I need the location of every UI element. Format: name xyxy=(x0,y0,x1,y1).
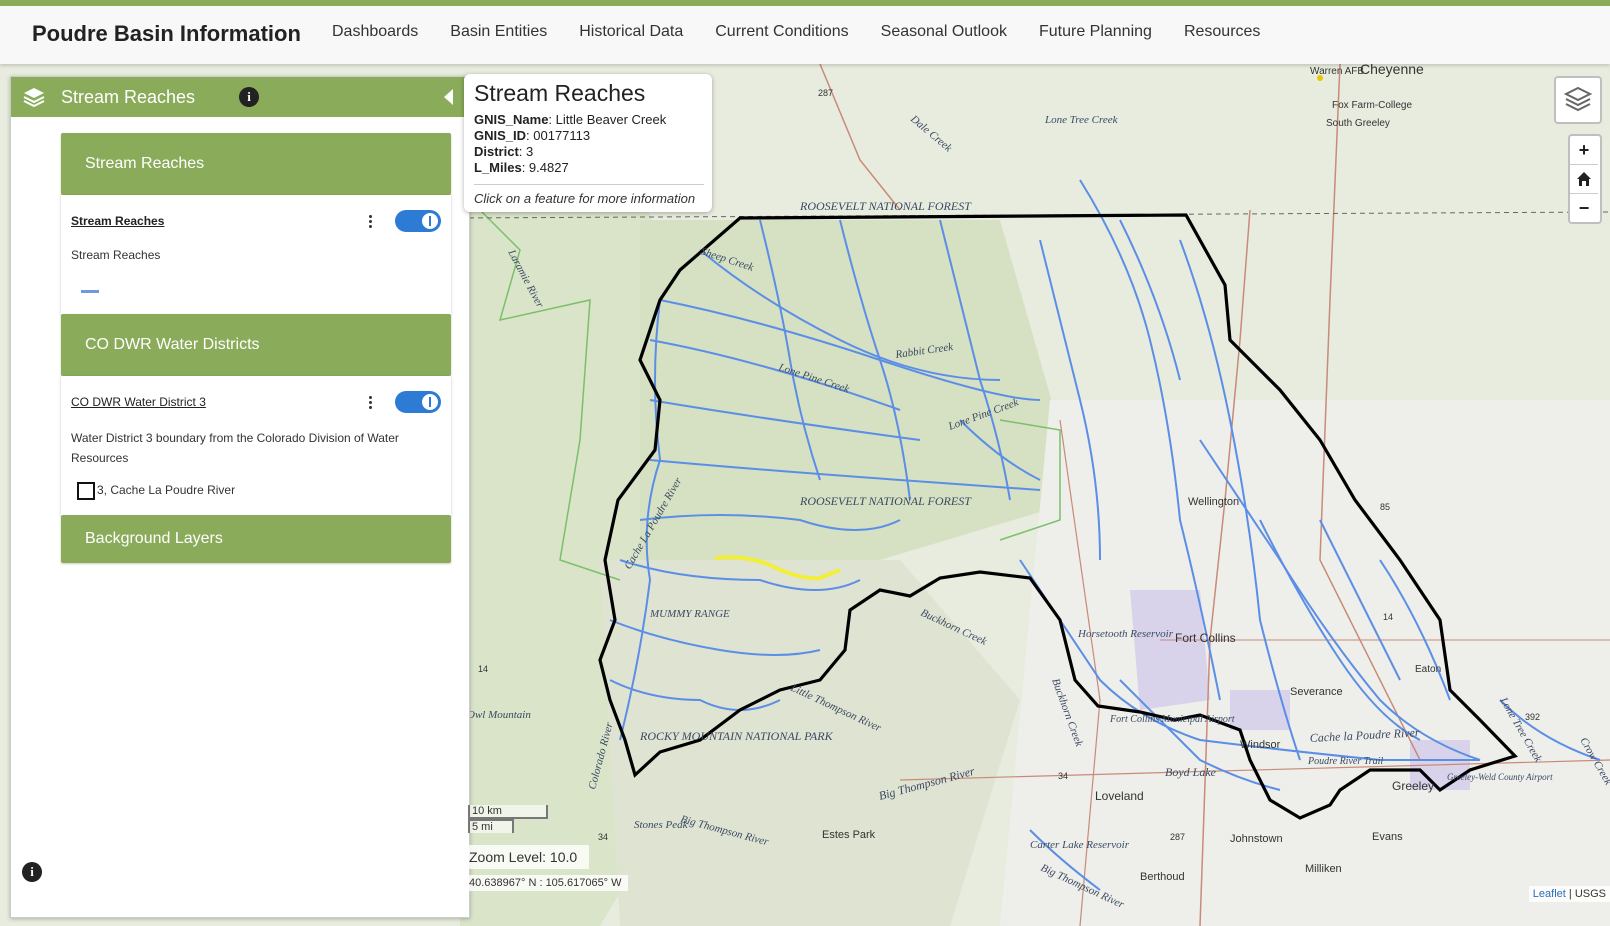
map-label: Evans xyxy=(1372,831,1403,843)
layer-description: Water District 3 boundary from the Color… xyxy=(71,431,399,465)
panel-header: Stream Reaches i xyxy=(11,77,469,117)
map-label: ROCKY MOUNTAIN NATIONAL PARK xyxy=(639,729,834,743)
legend-box-swatch xyxy=(77,482,95,500)
map-label: ROOSEVELT NATIONAL FOREST xyxy=(799,199,972,213)
map-label: MUMMY RANGE xyxy=(649,608,730,620)
map-label: Boyd Lake xyxy=(1165,765,1217,779)
home-button[interactable] xyxy=(1570,165,1598,194)
map-label: Estes Park xyxy=(822,829,876,841)
highway-shield: 392 xyxy=(1525,712,1540,722)
nav-current-conditions[interactable]: Current Conditions xyxy=(699,23,864,41)
highway-shield: 287 xyxy=(818,88,833,98)
layers-icon xyxy=(23,86,45,113)
map-label: Fort Collins xyxy=(1175,631,1236,645)
field-value: 3 xyxy=(526,144,534,159)
scale-km: 10 km xyxy=(468,805,548,819)
map-label: Windsor xyxy=(1240,739,1281,751)
zoom-level-readout: Zoom Level: 10.0 xyxy=(463,845,589,869)
field-value: 00177113 xyxy=(533,128,591,143)
popup-title: Stream Reaches xyxy=(474,80,646,106)
highway-shield: 287 xyxy=(1170,832,1185,842)
section-stream-reaches[interactable]: Stream Reaches xyxy=(61,133,451,195)
scale-bar: 10 km 5 mi xyxy=(468,805,548,833)
map-label: Greeley xyxy=(1392,779,1434,793)
layer-toggle[interactable] xyxy=(395,210,441,232)
section-background-layers[interactable]: Background Layers xyxy=(61,515,451,563)
layer-name[interactable]: CO DWR Water District 3 xyxy=(71,395,206,409)
popup-hint: Click on a feature for more information xyxy=(474,191,696,206)
legend-label: 3, Cache La Poudre River xyxy=(97,483,236,497)
zoom-in-button[interactable]: + xyxy=(1570,136,1598,165)
layers-icon xyxy=(1563,86,1593,112)
top-navbar: Poudre Basin Information Dashboards Basi… xyxy=(0,0,1610,64)
kebab-menu-icon[interactable] xyxy=(369,394,373,411)
highway-shield: 34 xyxy=(1058,771,1068,781)
nav-dashboards[interactable]: Dashboards xyxy=(316,23,434,41)
layer-card-stream-reaches: Stream Reaches Stream Reaches xyxy=(61,195,451,315)
nav-resources[interactable]: Resources xyxy=(1168,23,1276,41)
feature-popup: Stream Reaches GNIS_Name: Little Beaver … xyxy=(464,74,712,212)
map-label: Wellington xyxy=(1188,496,1239,508)
home-icon xyxy=(1577,172,1591,186)
nav-future-planning[interactable]: Future Planning xyxy=(1023,23,1168,41)
map-label: Greeley-Weld County Airport xyxy=(1447,772,1553,782)
scale-mi: 5 mi xyxy=(468,819,514,833)
highway-shield: 85 xyxy=(1380,502,1390,512)
map-label: ROOSEVELT NATIONAL FOREST xyxy=(799,494,972,508)
layer-switcher-button[interactable] xyxy=(1554,76,1602,124)
map-label: Poudre River Trail xyxy=(1307,756,1383,767)
layer-panel: Stream Reaches i Stream Reaches Stream R… xyxy=(10,76,470,918)
layer-card-water-district: CO DWR Water District 3 Water District 3… xyxy=(61,376,451,516)
layer-name[interactable]: Stream Reaches xyxy=(71,214,164,228)
panel-title: Stream Reaches xyxy=(61,87,196,107)
section-water-districts[interactable]: CO DWR Water Districts xyxy=(61,314,451,376)
zoom-control: + − xyxy=(1568,134,1602,224)
map-label: Carter Lake Reservoir xyxy=(1030,839,1130,851)
main-nav: Dashboards Basin Entities Historical Dat… xyxy=(316,23,1276,41)
kebab-menu-icon[interactable] xyxy=(369,213,373,230)
site-title[interactable]: Poudre Basin Information xyxy=(32,21,301,47)
highway-shield: 34 xyxy=(598,832,608,842)
highway-shield: 14 xyxy=(478,664,488,674)
map-label: Horsetooth Reservoir xyxy=(1077,628,1174,640)
field-value: Little Beaver Creek xyxy=(555,112,667,127)
highway-shield: 14 xyxy=(1383,612,1393,622)
map-label: Warren AFB xyxy=(1310,66,1364,77)
info-icon[interactable]: i xyxy=(22,862,42,882)
map-label: Severance xyxy=(1290,686,1343,698)
info-icon[interactable]: i xyxy=(239,87,259,107)
field-value: 9.4827 xyxy=(528,160,569,175)
map-label: Cheyenne xyxy=(1360,64,1424,77)
nav-historical-data[interactable]: Historical Data xyxy=(563,23,699,41)
nav-seasonal-outlook[interactable]: Seasonal Outlook xyxy=(865,23,1023,41)
layer-description: Stream Reaches xyxy=(71,248,161,262)
map-label: Berthoud xyxy=(1140,871,1185,883)
map-label: South Greeley xyxy=(1326,118,1390,129)
coordinate-readout: 40.638967° N : 105.617065° W xyxy=(463,875,628,891)
popup-fields: GNIS_Name: Little Beaver Creek GNIS_ID: … xyxy=(474,112,667,175)
map-label: Milliken xyxy=(1305,863,1342,875)
collapse-panel-icon[interactable] xyxy=(444,89,453,105)
legend-line-swatch xyxy=(81,290,99,293)
map-label: Fort Collins Municipal Airport xyxy=(1109,714,1235,725)
leaflet-link[interactable]: Leaflet xyxy=(1533,888,1566,900)
map-attribution: Leaflet | USGS xyxy=(1528,886,1610,902)
layer-toggle[interactable] xyxy=(395,391,441,413)
map-label: Johnstown xyxy=(1230,833,1283,845)
divider xyxy=(474,184,704,185)
map-label: Lone Tree Creek xyxy=(1044,114,1119,126)
map-label: Owl Mountain xyxy=(467,709,531,721)
map-label: Eaton xyxy=(1415,664,1441,675)
map-label: Fox Farm-College xyxy=(1332,100,1412,111)
map-label: Loveland xyxy=(1095,789,1144,803)
nav-basin-entities[interactable]: Basin Entities xyxy=(434,23,563,41)
zoom-out-button[interactable]: − xyxy=(1570,194,1598,222)
